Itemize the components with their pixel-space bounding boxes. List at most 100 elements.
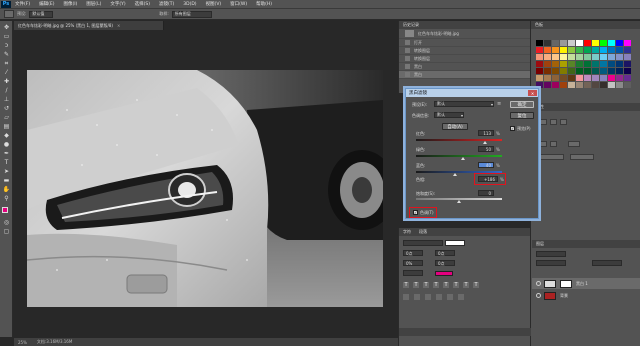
font-family-select[interactable]	[403, 240, 443, 246]
menu-edit[interactable]: 编辑(E)	[39, 1, 54, 7]
green-slider-track[interactable]	[416, 155, 502, 157]
color-swatch[interactable]	[552, 54, 559, 60]
status-zoom[interactable]: 25%	[18, 340, 27, 345]
layer-mask-thumb[interactable]	[560, 279, 572, 288]
color-swatch[interactable]	[608, 40, 615, 46]
all-caps-button[interactable]: T	[423, 282, 429, 288]
saturation-slider-thumb[interactable]	[457, 200, 461, 203]
faux-italic-button[interactable]: T	[413, 282, 419, 288]
marquee-tool-icon[interactable]: ▭	[2, 33, 11, 41]
auto-button[interactable]: 自动(A)	[442, 123, 468, 130]
text-color-swatch[interactable]	[435, 271, 453, 276]
menu-type[interactable]: 文字(Y)	[110, 1, 125, 7]
preset-select[interactable]: 默认 ▾	[434, 101, 494, 107]
color-swatch[interactable]	[608, 47, 615, 53]
path-select-tool-icon[interactable]: ➤	[2, 168, 11, 176]
color-swatch[interactable]	[592, 47, 599, 53]
move-tool-icon[interactable]: ✥	[2, 24, 11, 32]
color-swatch[interactable]	[600, 40, 607, 46]
color-swatch[interactable]	[560, 61, 567, 67]
healing-tool-icon[interactable]: ✚	[2, 78, 11, 86]
faux-bold-button[interactable]: T	[403, 282, 409, 288]
color-swatch[interactable]	[576, 47, 583, 53]
adjustments-tab[interactable]: 属性	[532, 103, 640, 111]
menu-select[interactable]: 选择(S)	[135, 1, 150, 7]
color-swatch[interactable]	[600, 82, 607, 88]
gradient-tool-icon[interactable]: ▤	[2, 123, 11, 131]
color-swatch[interactable]	[560, 68, 567, 74]
color-swatch[interactable]	[568, 61, 575, 67]
color-swatch[interactable]	[552, 75, 559, 81]
red-slider-track[interactable]	[416, 139, 502, 141]
saturation-value-field[interactable]: 0	[478, 190, 494, 196]
menu-layer[interactable]: 图层(L)	[86, 1, 101, 7]
color-swatch[interactable]	[616, 82, 623, 88]
color-swatch[interactable]	[616, 61, 623, 67]
menu-image[interactable]: 图像(I)	[63, 1, 77, 7]
color-swatch[interactable]	[568, 82, 575, 88]
color-swatch[interactable]	[584, 68, 591, 74]
zoom-tool-icon[interactable]: ⚲	[2, 195, 11, 203]
menu-help[interactable]: 帮助(H)	[256, 1, 272, 7]
dodge-tool-icon[interactable]: ●	[2, 141, 11, 149]
color-swatch[interactable]	[560, 82, 567, 88]
color-swatch[interactable]	[576, 75, 583, 81]
color-swatch[interactable]	[584, 82, 591, 88]
layer-row[interactable]: 背景	[532, 290, 640, 301]
history-item[interactable]: 转换图层	[399, 55, 530, 63]
sample-select[interactable]: 所有图层	[171, 10, 212, 18]
preset-menu-icon[interactable]: ≡	[497, 101, 503, 107]
close-icon[interactable]: ✕	[528, 90, 537, 96]
color-swatch[interactable]	[624, 61, 631, 67]
color-swatch[interactable]	[616, 47, 623, 53]
color-swatch[interactable]	[592, 68, 599, 74]
color-swatch[interactable]	[608, 82, 615, 88]
history-item[interactable]: 打开	[399, 39, 530, 47]
layer-row[interactable]: 黑白 1	[532, 278, 640, 289]
color-swatch[interactable]	[584, 54, 591, 60]
color-swatch[interactable]	[592, 82, 599, 88]
layers-tab[interactable]: 图层	[532, 240, 640, 248]
color-swatch[interactable]	[560, 40, 567, 46]
opentype-button[interactable]	[447, 294, 453, 300]
link-icon[interactable]	[568, 141, 580, 147]
history-snapshot[interactable]: 红色车车炫彩-明暗.jpg	[399, 29, 530, 39]
color-swatch[interactable]	[552, 61, 559, 67]
color-swatch[interactable]	[568, 54, 575, 60]
color-swatch[interactable]	[584, 40, 591, 46]
menu-view[interactable]: 视图(V)	[206, 1, 222, 7]
color-swatch[interactable]	[552, 68, 559, 74]
lasso-tool-icon[interactable]: ↄ	[2, 42, 11, 50]
swatches-tab[interactable]: 色板	[531, 21, 640, 29]
color-swatch[interactable]	[584, 75, 591, 81]
red-value-field[interactable]: 113	[478, 130, 494, 136]
color-swatch[interactable]	[536, 68, 543, 74]
pen-tool-icon[interactable]: ✒	[2, 150, 11, 158]
color-swatch[interactable]	[592, 75, 599, 81]
color-swatch[interactable]	[584, 61, 591, 67]
color-swatch[interactable]	[560, 75, 567, 81]
dialog-titlebar[interactable]: 黑白滤镜 ✕	[406, 89, 538, 97]
mask-option[interactable]	[540, 154, 564, 160]
document-tab[interactable]: 红色车车炫彩-明暗.jpg @ 25% (黑白 1, 图层蒙版/8) ×	[14, 21, 164, 30]
adjustment-icon[interactable]	[550, 141, 557, 147]
blend-mode-select[interactable]	[536, 260, 566, 266]
color-swatch[interactable]	[536, 61, 543, 67]
color-swatch[interactable]	[544, 54, 551, 60]
color-swatch[interactable]	[576, 82, 583, 88]
color-swatch[interactable]	[576, 68, 583, 74]
opentype-button[interactable]	[436, 294, 442, 300]
tracking-field[interactable]: 0点	[435, 260, 455, 266]
color-swatch[interactable]	[624, 54, 631, 60]
history-panel-tab[interactable]: 历史记录	[399, 21, 530, 29]
opentype-button[interactable]	[425, 294, 431, 300]
layer-filter-select[interactable]	[536, 251, 566, 257]
opentype-button[interactable]	[458, 294, 464, 300]
eye-icon[interactable]	[536, 281, 541, 286]
font-style-select[interactable]	[445, 240, 465, 246]
foreground-color-swatch[interactable]	[2, 207, 8, 213]
color-swatch[interactable]	[584, 47, 591, 53]
type-tool-icon[interactable]: T	[2, 159, 11, 167]
clone-stamp-tool-icon[interactable]: ⊥	[2, 96, 11, 104]
color-swatch[interactable]	[544, 40, 551, 46]
